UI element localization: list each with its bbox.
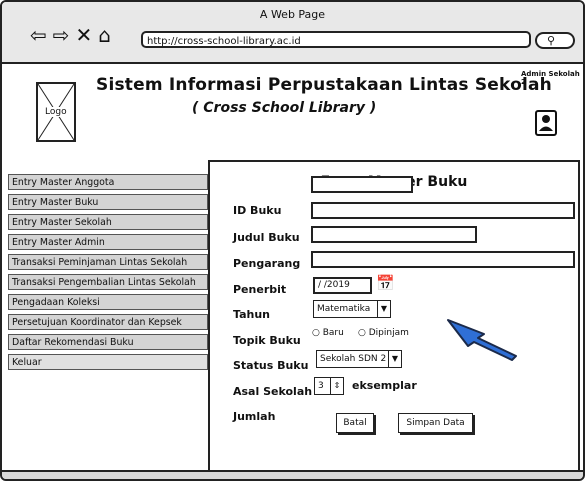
topik-buku-label: Topik Buku <box>233 334 301 347</box>
status-radio-dipinjam[interactable]: ○ Dipinjam <box>358 328 409 338</box>
asal-sekolah-value: Sekolah SDN 2 <box>320 354 387 364</box>
sidebar-item-keluar[interactable]: Keluar <box>8 354 208 370</box>
sidebar-item-entry-master-admin[interactable]: Entry Master Admin <box>8 234 208 250</box>
judul-buku-label: Judul Buku <box>233 231 300 244</box>
penerbit-label: Penerbit <box>233 283 287 296</box>
sidebar-item-pengadaan-koleksi[interactable]: Pengadaan Koleksi <box>8 294 208 310</box>
address-bar[interactable]: http://cross-school-library.ac.id <box>141 31 531 48</box>
id-buku-field[interactable] <box>311 176 413 193</box>
sidebar-item-entry-master-sekolah[interactable]: Entry Master Sekolah <box>8 214 208 230</box>
admin-user-icon[interactable] <box>535 110 557 136</box>
back-icon[interactable]: ⇦ <box>30 25 47 45</box>
window-title: A Web Page <box>259 8 326 21</box>
tahun-label: Tahun <box>233 308 271 321</box>
browser-window: A Web Page ⇦ ⇨ ✕ ⌂ http://cross-school-l… <box>0 0 585 481</box>
jumlah-unit: eksemplar <box>352 379 417 392</box>
asal-sekolah-label: Asal Sekolah <box>233 385 313 398</box>
sidebar-item-entry-master-anggota[interactable]: Entry Master Anggota <box>8 174 208 190</box>
logo-label: Logo <box>44 107 68 117</box>
jumlah-stepper[interactable]: 3 ⇕ <box>314 377 344 395</box>
calendar-icon[interactable]: 📅 <box>376 274 395 292</box>
sidebar-menu: Entry Master Anggota Entry Master Buku E… <box>8 174 208 374</box>
status-radio-baru[interactable]: ○ Baru <box>312 328 344 338</box>
topik-buku-select[interactable]: Matematika ▼ <box>313 300 391 318</box>
forward-icon[interactable]: ⇨ <box>53 25 70 45</box>
nav-buttons: ⇦ ⇨ ✕ ⌂ <box>30 25 111 45</box>
penerbit-field[interactable] <box>311 251 575 268</box>
stepper-arrows-icon[interactable]: ⇕ <box>330 378 343 394</box>
sidebar-item-persetujuan[interactable]: Persetujuan Koordinator dan Kepsek <box>8 314 208 330</box>
status-option-baru: Baru <box>322 328 344 338</box>
chevron-down-icon[interactable]: ▼ <box>377 301 390 317</box>
logo-placeholder: Logo <box>36 82 76 142</box>
admin-label: Admin Sekolah 2 <box>521 70 580 86</box>
status-option-dipinjam: Dipinjam <box>368 328 409 338</box>
chevron-down-icon[interactable]: ▼ <box>388 351 401 367</box>
batal-button[interactable]: Batal <box>336 413 374 433</box>
browser-titlebar: A Web Page ⇦ ⇨ ✕ ⌂ http://cross-school-l… <box>2 2 583 64</box>
sidebar-item-daftar-rekomendasi[interactable]: Daftar Rekomendasi Buku <box>8 334 208 350</box>
sidebar-item-transaksi-pengembalian[interactable]: Transaksi Pengembalian Lintas Sekolah <box>8 274 208 290</box>
app-title: Sistem Informasi Perpustakaan Lintas Sek… <box>96 75 552 95</box>
app-subtitle: ( Cross School Library ) <box>192 100 377 116</box>
home-icon[interactable]: ⌂ <box>98 25 111 45</box>
sidebar-item-entry-master-buku[interactable]: Entry Master Buku <box>8 194 208 210</box>
search-icon[interactable]: ⚲ <box>535 32 575 49</box>
simpan-data-button[interactable]: Simpan Data <box>398 413 473 433</box>
sidebar-item-transaksi-peminjaman[interactable]: Transaksi Peminjaman Lintas Sekolah <box>8 254 208 270</box>
jumlah-value: 3 <box>318 381 324 391</box>
jumlah-label: Jumlah <box>233 410 276 423</box>
id-buku-label: ID Buku <box>233 204 282 217</box>
tahun-field[interactable]: / /2019 <box>313 277 372 294</box>
status-buku-label: Status Buku <box>233 359 309 372</box>
browser-statusbar <box>2 470 583 479</box>
close-icon[interactable]: ✕ <box>76 25 93 45</box>
asal-sekolah-select[interactable]: Sekolah SDN 2 ▼ <box>316 350 402 368</box>
topik-buku-value: Matematika <box>317 304 371 314</box>
pengarang-field[interactable] <box>311 226 477 243</box>
pointer-arrow-icon <box>447 319 517 361</box>
judul-buku-field[interactable] <box>311 202 575 219</box>
pengarang-label: Pengarang <box>233 257 301 270</box>
